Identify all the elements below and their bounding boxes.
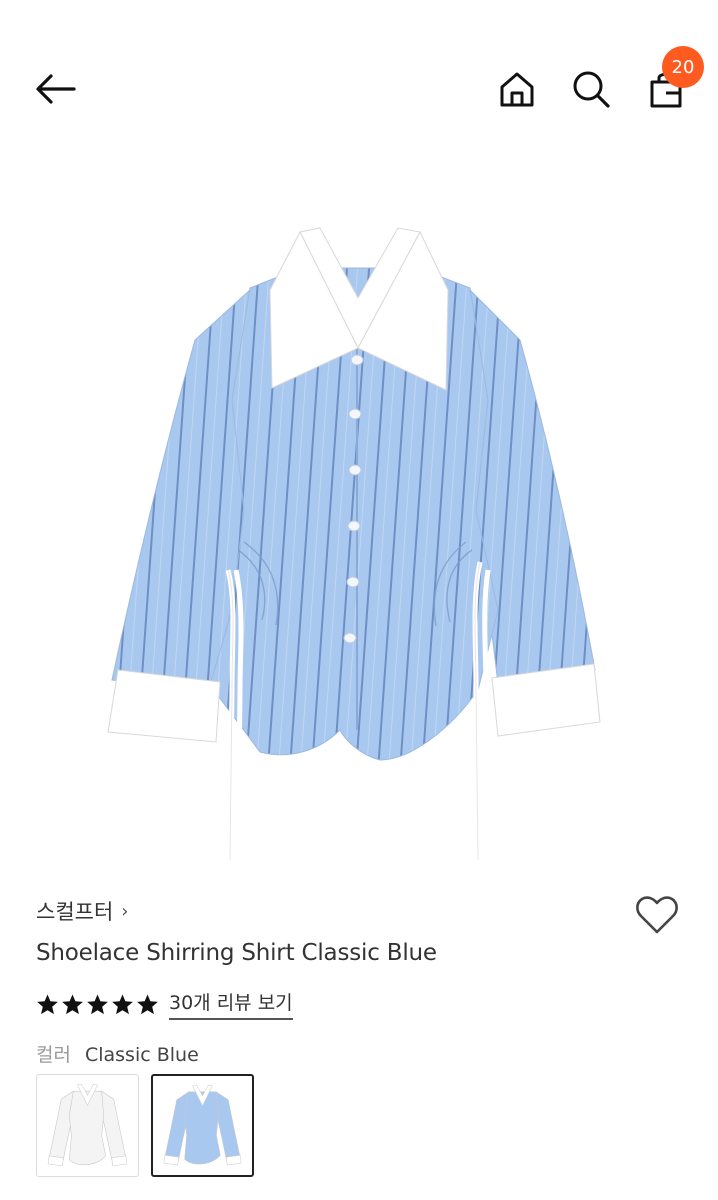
brand-name: 스컬프터 [36, 900, 114, 924]
chevron-right-icon: › [121, 900, 129, 922]
color-label: 컬러 [36, 1044, 71, 1066]
swatch-shirt-thumbnail [163, 1084, 242, 1166]
product-image [0, 170, 718, 870]
review-link[interactable]: 30개 리뷰 보기 [169, 988, 293, 1020]
color-swatches [36, 1074, 254, 1177]
arrow-left-icon [36, 74, 76, 104]
star-icon [37, 993, 58, 1014]
home-icon [500, 72, 534, 107]
star-rating [36, 993, 159, 1016]
star-icon [87, 993, 108, 1014]
color-swatch-white[interactable] [36, 1074, 139, 1177]
home-button[interactable] [494, 66, 540, 112]
search-button[interactable] [568, 66, 614, 112]
star-icon [137, 993, 158, 1014]
color-swatch-classic-blue[interactable] [151, 1074, 254, 1177]
color-value: Classic Blue [84, 1044, 199, 1066]
search-icon [573, 71, 610, 108]
like-button[interactable] [632, 892, 682, 938]
rating-row: 30개 리뷰 보기 [36, 988, 293, 1020]
cart-count-badge: 20 [662, 46, 704, 88]
back-button[interactable] [30, 66, 82, 112]
star-icon [112, 993, 133, 1014]
color-row: 컬러 Classic Blue [36, 1040, 199, 1067]
star-icon [62, 993, 83, 1014]
top-bar: 20 [0, 0, 718, 170]
brand-link[interactable]: 스컬프터 › [36, 896, 128, 926]
swatch-shirt-thumbnail [47, 1083, 128, 1167]
product-title: Shoelace Shirring Shirt Classic Blue [36, 940, 437, 966]
heart-outline-icon [636, 896, 678, 934]
